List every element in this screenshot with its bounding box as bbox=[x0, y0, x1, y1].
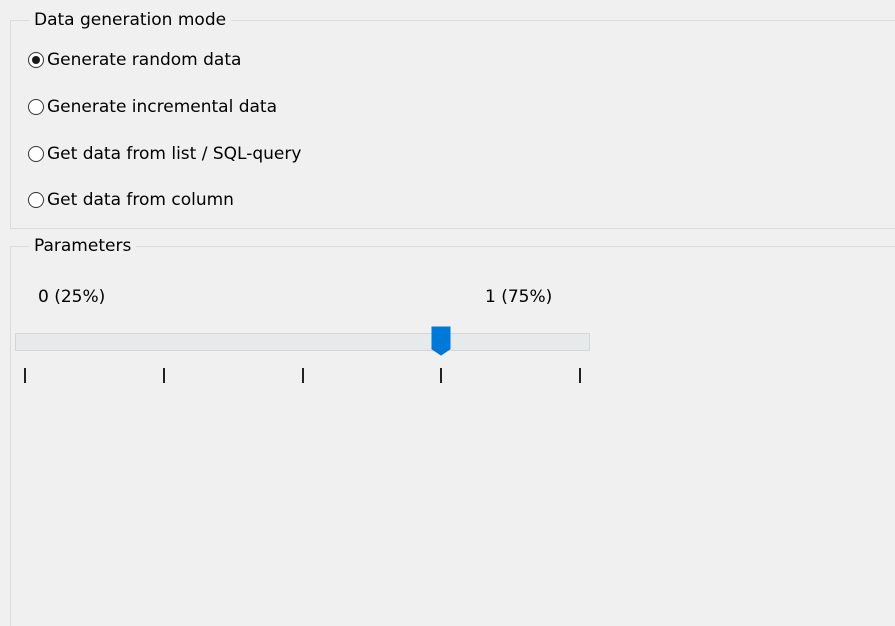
slider-ticks bbox=[15, 368, 590, 384]
get-data-from-list-radio[interactable]: Get data from list / SQL-query bbox=[28, 142, 301, 166]
probability-slider[interactable] bbox=[15, 326, 590, 356]
slider-min-label: 0 (25%) bbox=[38, 287, 106, 307]
get-data-from-list-label: Get data from list / SQL-query bbox=[47, 144, 302, 164]
slider-tick bbox=[301, 368, 304, 383]
radio-indicator bbox=[28, 146, 44, 162]
data-generation-mode-group: Data generation mode Generate random dat… bbox=[10, 9, 895, 229]
slider-thumb[interactable] bbox=[431, 326, 451, 356]
generate-random-data-label: Generate random data bbox=[47, 50, 242, 70]
slider-max-label: 1 (75%) bbox=[485, 287, 553, 307]
slider-tick bbox=[579, 368, 581, 383]
parameters-group: Parameters 0 (25%) 1 (75%) bbox=[10, 235, 895, 626]
slider-tick bbox=[440, 368, 443, 383]
get-data-from-column-radio[interactable]: Get data from column bbox=[28, 188, 234, 212]
slider-tick bbox=[162, 368, 165, 383]
generate-random-data-radio[interactable]: Generate random data bbox=[28, 48, 241, 72]
slider-tick bbox=[24, 368, 26, 383]
parameters-legend: Parameters bbox=[29, 235, 137, 257]
get-data-from-column-label: Get data from column bbox=[47, 190, 234, 210]
slider-track[interactable] bbox=[15, 333, 590, 351]
data-generation-mode-legend: Data generation mode bbox=[29, 9, 232, 31]
radio-indicator bbox=[28, 192, 44, 208]
generate-incremental-data-label: Generate incremental data bbox=[47, 97, 278, 117]
radio-indicator bbox=[28, 99, 44, 115]
generate-incremental-data-radio[interactable]: Generate incremental data bbox=[28, 95, 277, 119]
radio-indicator bbox=[28, 52, 44, 68]
